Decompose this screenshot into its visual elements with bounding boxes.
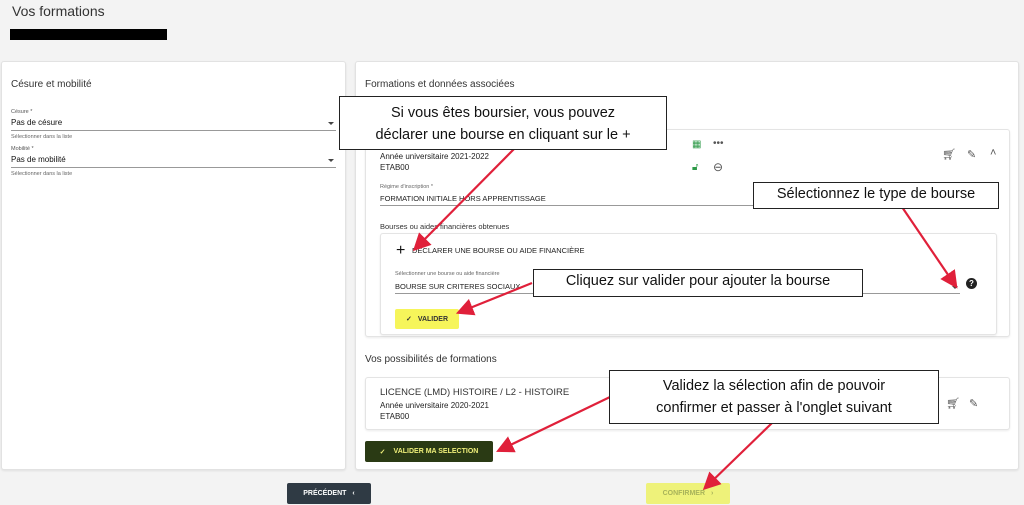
callout-type-bourse: Sélectionnez le type de bourse xyxy=(753,182,999,209)
arrow-to-valider xyxy=(455,281,533,316)
callout-valider-line1: Validez la sélection afin de pouvoir xyxy=(662,378,886,394)
callout-declarer-line1: Si vous êtes boursier, vous pouvez xyxy=(390,105,616,121)
arrow-to-plus xyxy=(412,147,516,252)
arrow-to-select xyxy=(901,206,958,289)
callout-valider-selection: Validez la sélection afin de pouvoir con… xyxy=(609,370,939,424)
callout-declarer-bourse: Si vous êtes boursier, vous pouvez décla… xyxy=(339,96,667,150)
callout-valider-bourse: Cliquez sur valider pour ajouter la bour… xyxy=(533,269,863,297)
callout-valider-line2: confirmer et passer à l'onglet suivant xyxy=(656,400,892,416)
annotation-arrows xyxy=(412,147,958,491)
arrow-to-confirmer xyxy=(702,422,773,491)
arrow-to-valider-selection xyxy=(496,396,611,453)
callout-declarer-line2: déclarer une bourse en cliquant sur le + xyxy=(375,127,631,143)
